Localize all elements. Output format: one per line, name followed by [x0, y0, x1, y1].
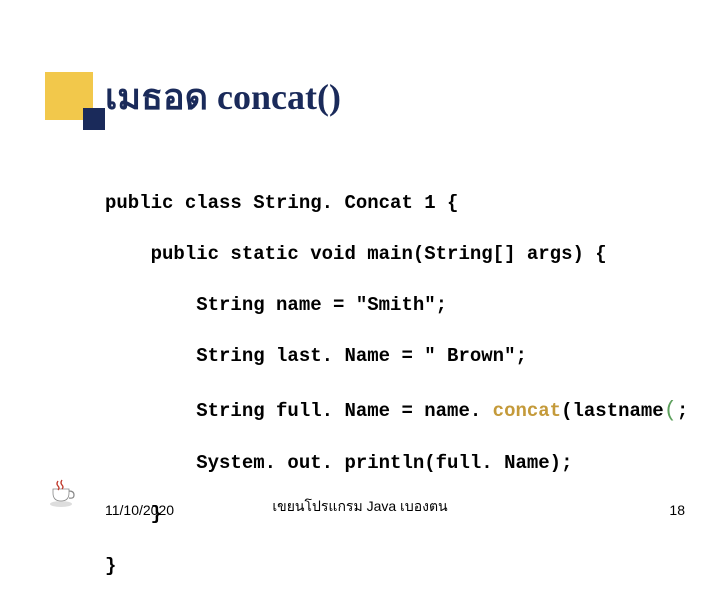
slide-page-number: 18 — [669, 502, 685, 518]
paren-icon: ( — [664, 398, 677, 423]
slide-footer-text: เขยนโปรแกรม Java เบองตน — [0, 496, 720, 518]
code-text: (lastname — [561, 400, 664, 422]
code-line: System. out. println(full. Name); — [105, 451, 688, 477]
code-line: public class String. Concat 1 { — [105, 191, 688, 217]
code-line: } — [105, 554, 688, 580]
code-line: String last. Name = " Brown"; — [105, 344, 688, 370]
accent-square-navy — [83, 108, 105, 130]
code-text: ; — [677, 400, 688, 422]
code-line: public static void main(String[] args) { — [105, 242, 688, 268]
slide-footer: 11/10/2020 เขยนโปรแกรม Java เบองตน 18 — [0, 494, 720, 518]
code-line: String full. Name = name. concat(lastnam… — [105, 396, 688, 426]
code-highlight: concat — [493, 400, 561, 422]
code-block: public class String. Concat 1 { public s… — [105, 165, 688, 605]
code-line: String name = "Smith"; — [105, 293, 688, 319]
code-text: String full. Name = name. — [105, 400, 493, 422]
slide-title: เมธอด concat() — [105, 68, 341, 125]
